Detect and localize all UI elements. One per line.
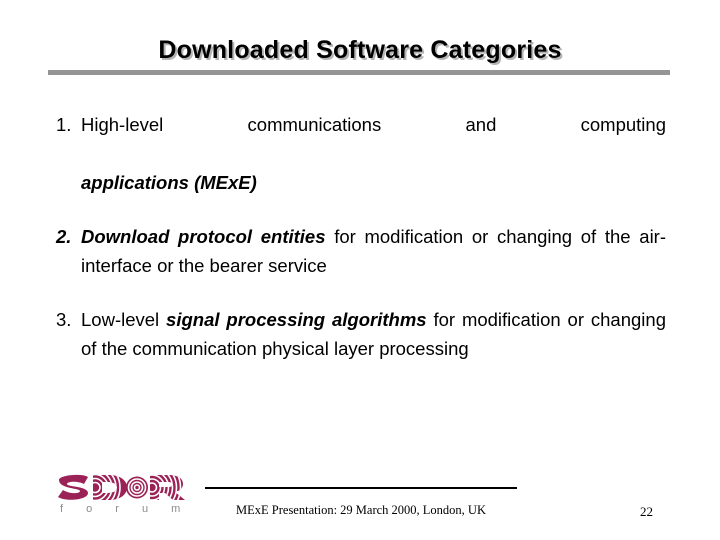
- title-divider-rule: [48, 70, 670, 75]
- page-number: 22: [640, 504, 653, 519]
- list-item-number: 3.: [56, 309, 72, 330]
- list-item: 2. Download protocol entities for modifi…: [56, 222, 666, 280]
- slide-canvas: { "slide": { "title": "Downloaded Softwa…: [0, 0, 720, 540]
- list-item-lead-emphasis: Download protocol entities: [81, 226, 326, 247]
- list-item-mid-emphasis: signal processing algorithms: [166, 309, 427, 330]
- footer-divider-rule: [205, 487, 517, 489]
- list-item-text: Low-level signal processing algorithms f…: [81, 305, 666, 363]
- numbered-list: 1. High-level communications and computi…: [56, 110, 666, 363]
- list-item-line-regular: High-level communications and computing: [81, 114, 666, 135]
- list-item: 3. Low-level signal processing algorithm…: [56, 305, 666, 363]
- sdr-forum-logo: f o r u m: [57, 474, 192, 522]
- footer-caption: MExE Presentation: 29 March 2000, London…: [236, 503, 486, 517]
- list-item-lead-regular: Low-level: [81, 309, 167, 330]
- list-item-text: High-level communications and computing …: [81, 110, 666, 197]
- page-title: Downloaded Software Categories: [158, 36, 562, 64]
- list-item-line-emphasis: applications (MExE): [81, 172, 257, 193]
- list-item-number: 1.: [56, 114, 72, 135]
- list-item-text: Download protocol entities for modificat…: [81, 222, 666, 280]
- list-item: 1. High-level communications and computi…: [56, 110, 666, 197]
- list-item-number: 2.: [56, 226, 72, 247]
- sdr-logo-icon: [58, 474, 185, 500]
- sdr-forum-wordmark: f o r u m: [60, 503, 191, 515]
